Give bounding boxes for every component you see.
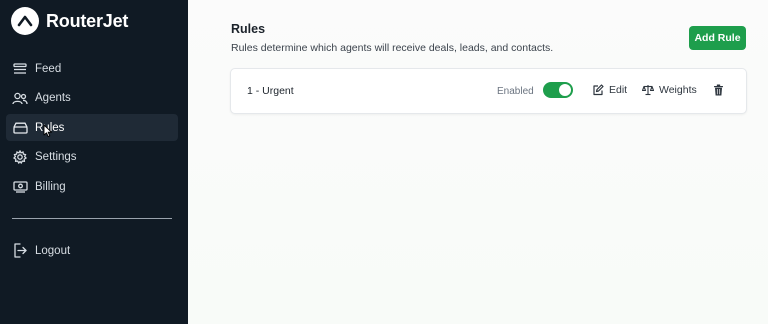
page-subtitle: Rules determine which agents will receiv… [231,42,554,54]
sidebar-item-agents[interactable]: Agents [6,85,178,112]
settings-icon [12,149,28,165]
brand-name: RouterJet [46,10,129,31]
rule-enabled-toggle[interactable] [543,82,573,98]
logout-icon [12,243,28,259]
logout-section: Logout [6,237,178,267]
feed-icon [12,61,28,77]
trash-icon [713,84,725,96]
rule-name: 1 - Urgent [247,85,294,97]
sidebar-item-label: Settings [35,151,77,163]
sidebar-item-label: Feed [35,62,62,75]
sidebar-divider [12,218,172,219]
weights-label: Weights [659,84,697,96]
toggle-knob [559,84,571,96]
brand[interactable]: RouterJet [11,7,128,35]
logout-label: Logout [35,244,71,257]
page-title: Rules [231,22,266,36]
rules-icon [12,120,28,136]
edit-label: Edit [609,84,628,96]
main-content: Rules Rules determine which agents will … [188,0,768,324]
sidebar-item-rules[interactable]: Rules [6,114,178,141]
sidebar: RouterJet Feed Agents Rules Settings Bil… [0,0,188,324]
delete-rule-button[interactable] [713,84,730,96]
edit-rule-button[interactable]: Edit [592,84,627,96]
rule-status-label: Enabled [497,86,534,97]
agents-icon [12,90,28,106]
add-rule-button[interactable]: Add Rule [689,26,746,50]
rule-card: 1 - Urgent Enabled Edit Weights [230,68,747,114]
weights-rule-button[interactable]: Weights [642,84,697,96]
logout-button[interactable]: Logout [6,237,178,264]
sidebar-item-label: Billing [35,180,66,193]
mouse-cursor-icon [43,124,53,137]
scale-icon [642,84,654,96]
sidebar-item-feed[interactable]: Feed [6,55,178,82]
sidebar-item-settings[interactable]: Settings [6,144,178,171]
edit-icon [592,84,604,96]
sidebar-item-billing[interactable]: Billing [6,173,178,200]
sidebar-item-label: Agents [35,92,71,104]
sidebar-nav: Feed Agents Rules Settings Billing [6,55,178,203]
billing-icon [12,179,28,195]
routerjet-logo-icon [11,7,39,35]
